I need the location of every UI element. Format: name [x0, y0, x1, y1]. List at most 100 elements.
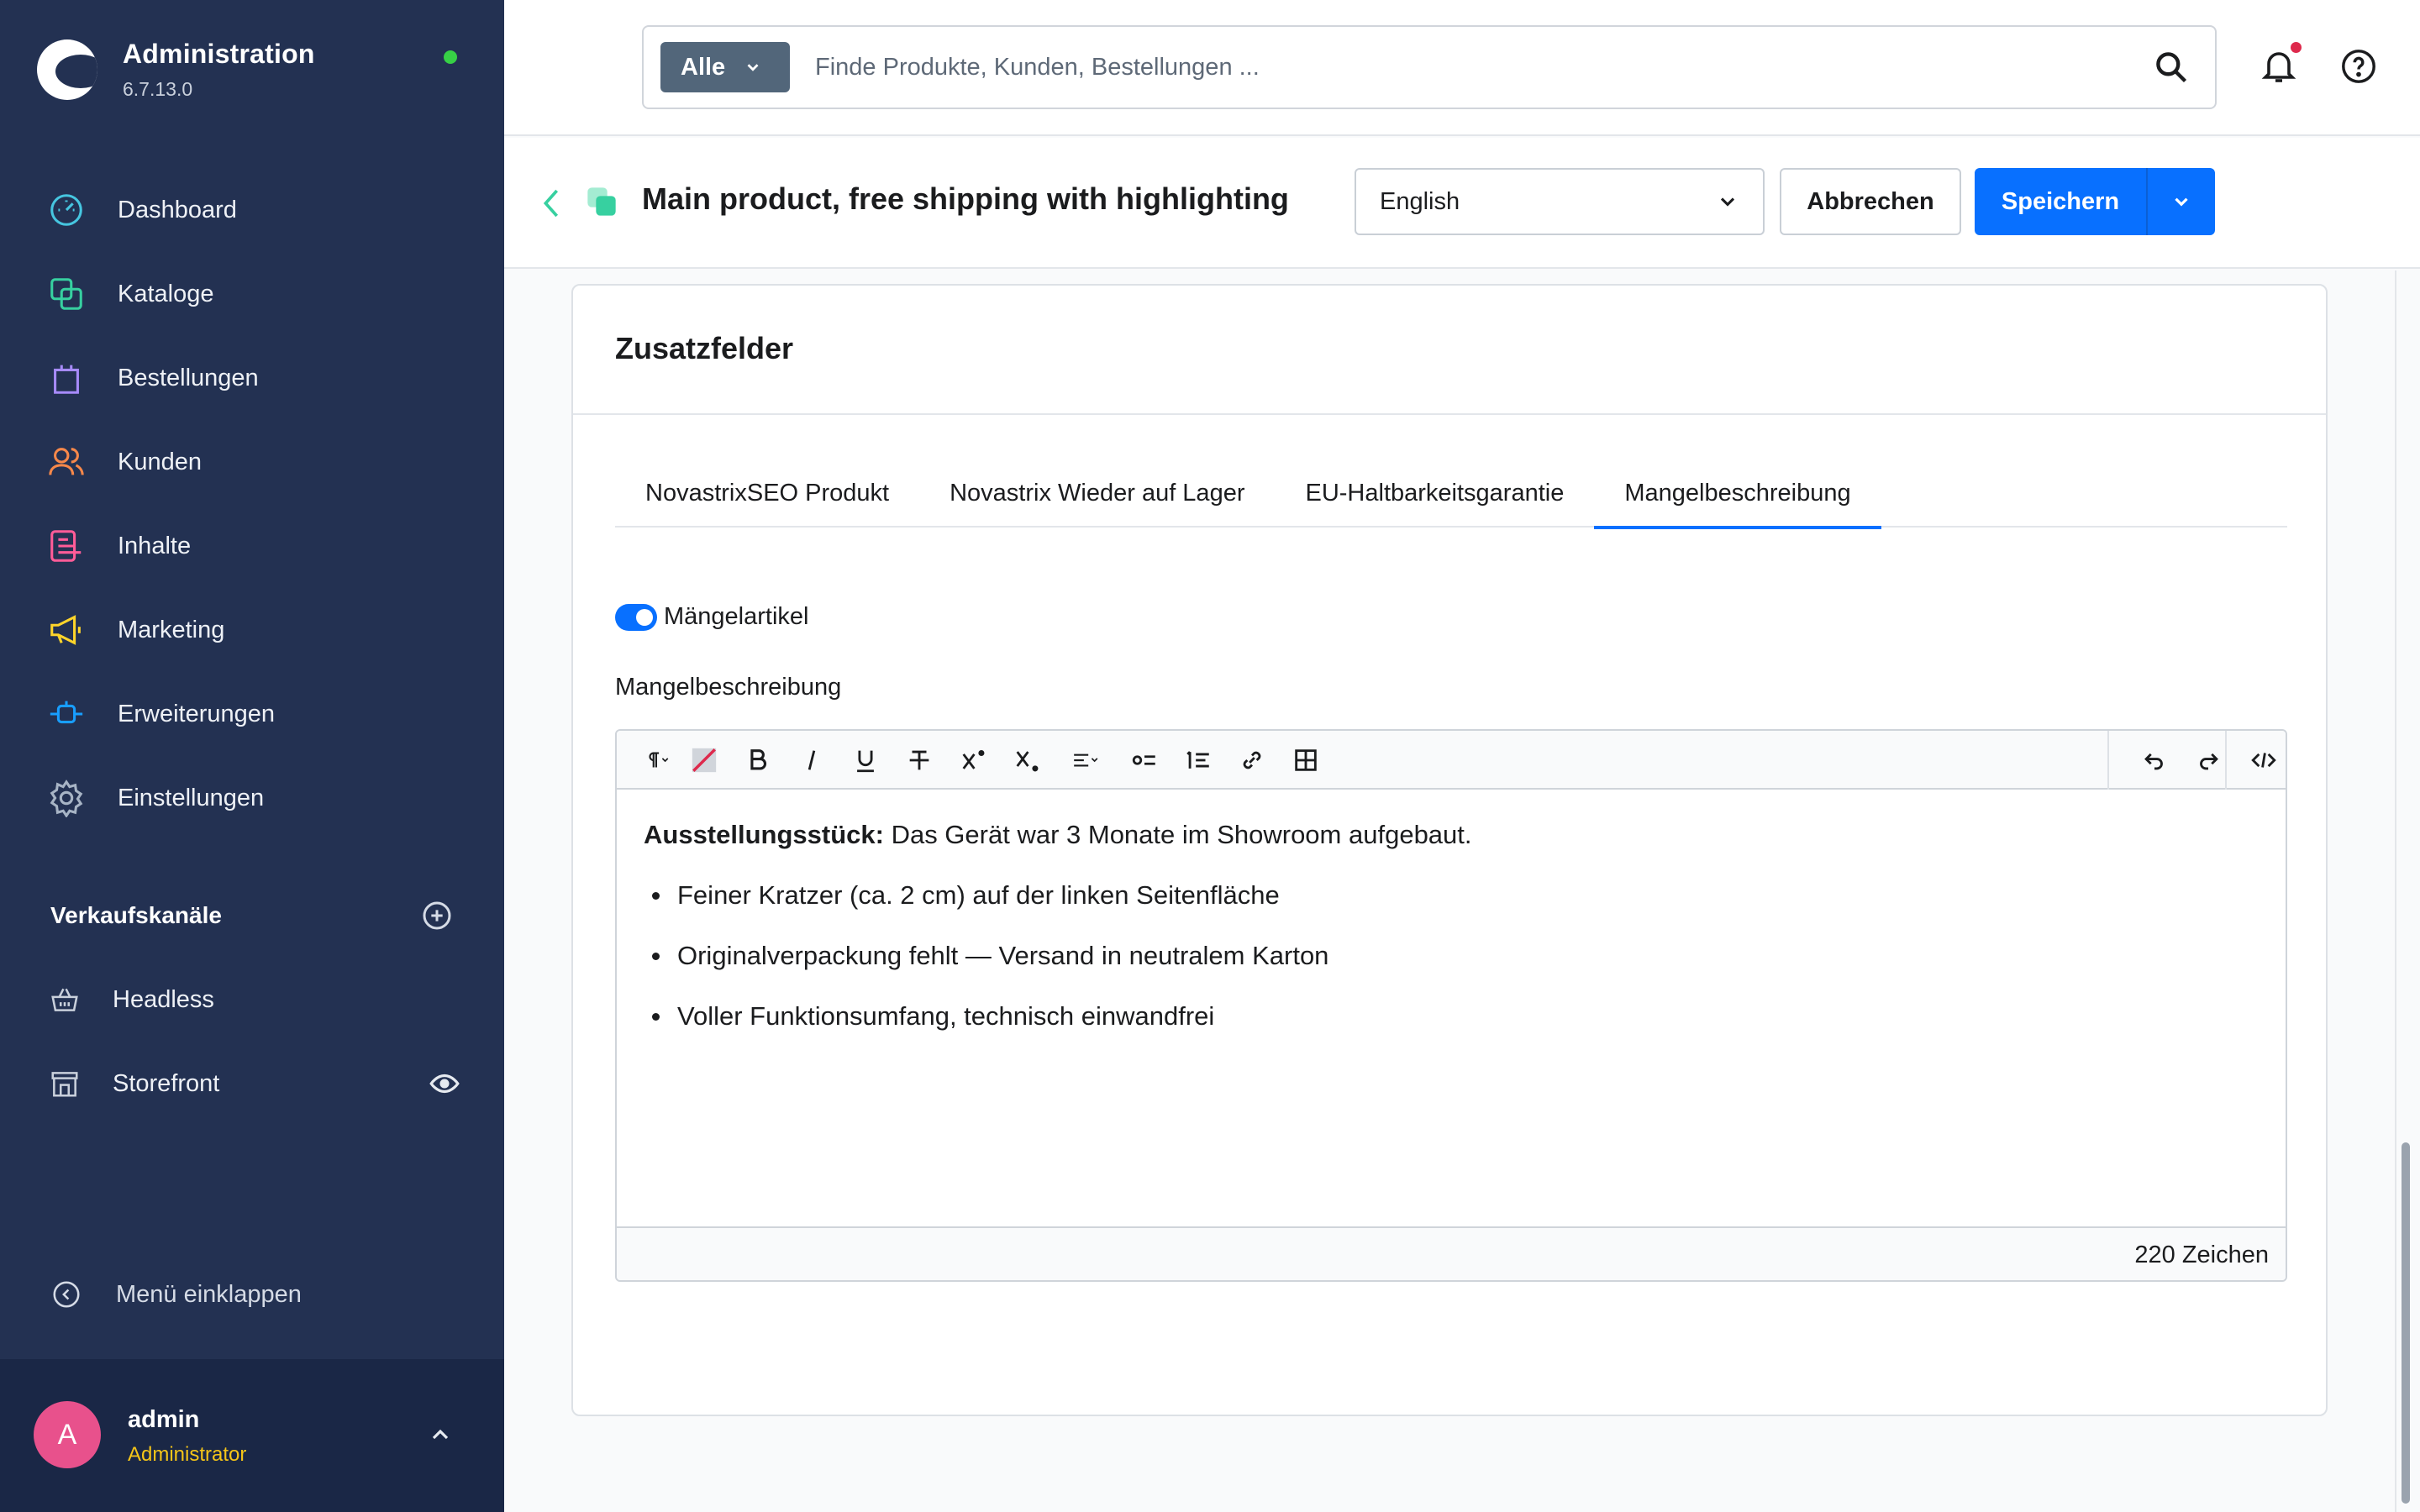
- user-menu[interactable]: A admin Administrator: [0, 1359, 504, 1512]
- text-color-button[interactable]: [689, 745, 719, 775]
- card-title: Zusatzfelder: [615, 331, 794, 365]
- notification-dot: [2291, 42, 2302, 53]
- superscript-button[interactable]: [958, 745, 988, 775]
- strikethrough-button[interactable]: [904, 745, 934, 775]
- nav-label: Inhalte: [118, 532, 192, 559]
- link-icon: [1243, 751, 1261, 769]
- bold-icon: [750, 749, 766, 770]
- italic-button[interactable]: [797, 745, 827, 775]
- redo-button[interactable]: [2193, 745, 2223, 775]
- collapse-menu-button[interactable]: Menü einklappen: [50, 1278, 302, 1310]
- main-nav: Dashboard Kataloge Bestellungen Kunden I…: [0, 168, 504, 840]
- bold-button[interactable]: [743, 745, 773, 775]
- editor-content[interactable]: Ausstellungsstück: Das Gerät war 3 Monat…: [644, 818, 2240, 1060]
- toolbar-divider: [2107, 731, 2109, 790]
- editor-footer: 220 Zeichen: [617, 1226, 2286, 1280]
- collapse-label: Menü einklappen: [116, 1280, 302, 1308]
- nav-label: Erweiterungen: [118, 700, 275, 727]
- save-options-button[interactable]: [2148, 168, 2215, 235]
- superscript-icon: [962, 749, 985, 769]
- bullet-list-button[interactable]: [1129, 745, 1160, 775]
- nav-item-dashboard[interactable]: Dashboard: [0, 168, 504, 252]
- catalog-icon: [50, 278, 82, 310]
- numbered-list-button[interactable]: [1183, 745, 1213, 775]
- basket-icon: [51, 988, 78, 1011]
- cancel-button[interactable]: Abbrechen: [1780, 168, 1961, 235]
- tab-novastrix-restock[interactable]: Novastrix Wieder auf Lager: [919, 459, 1275, 528]
- tab-eu-durability[interactable]: EU-Haltbarkeitsgarantie: [1275, 459, 1594, 528]
- add-circle-icon[interactable]: [420, 899, 454, 932]
- defect-item-toggle-row: Mängelartikel: [615, 603, 808, 631]
- defect-list: Feiner Kratzer (ca. 2 cm) auf der linken…: [644, 879, 2240, 1033]
- search-type-dropdown[interactable]: Alle: [660, 42, 790, 92]
- undo-button[interactable]: [2139, 745, 2170, 775]
- sales-channels-header: Verkaufskanäle: [50, 899, 454, 932]
- back-arrow-icon[interactable]: [538, 186, 565, 220]
- paragraph-format-button[interactable]: [635, 745, 679, 775]
- intro-bold: Ausstellungsstück:: [644, 820, 884, 849]
- language-select[interactable]: English: [1355, 168, 1765, 235]
- tab-novastrix-seo[interactable]: NovastrixSEO Produkt: [615, 459, 919, 528]
- align-button[interactable]: [1062, 745, 1109, 775]
- list-item: Originalverpackung fehlt — Versand in ne…: [644, 939, 2240, 973]
- table-button[interactable]: [1291, 745, 1321, 775]
- app-title: Administration: [123, 39, 315, 69]
- underline-button[interactable]: [850, 745, 881, 775]
- nav-item-erweiterungen[interactable]: Erweiterungen: [0, 672, 504, 756]
- sales-channels-title: Verkaufskanäle: [50, 902, 222, 928]
- users-icon: [49, 448, 84, 475]
- save-button-group: Speichern: [1975, 168, 2215, 235]
- subscript-button[interactable]: [1012, 745, 1042, 775]
- search-input[interactable]: [815, 44, 2075, 91]
- eye-icon[interactable]: [429, 1068, 460, 1100]
- toolbar-divider: [2225, 731, 2227, 790]
- chevron-up-icon[interactable]: [427, 1421, 454, 1448]
- text-color-icon: [692, 748, 717, 773]
- list-item: Voller Funktionsumfang, technisch einwan…: [644, 1000, 2240, 1033]
- app-version: 6.7.13.0: [123, 78, 193, 100]
- nav-label: Einstellungen: [118, 784, 265, 811]
- code-view-button[interactable]: [2249, 745, 2279, 775]
- nav-label: Bestellungen: [118, 364, 259, 391]
- numbered-list-icon: [1186, 751, 1209, 769]
- user-name: admin: [128, 1406, 200, 1433]
- sales-channel-storefront[interactable]: Storefront: [49, 1058, 460, 1109]
- paragraph-icon: [649, 752, 669, 768]
- subscript-icon: [1016, 751, 1039, 772]
- chevron-down-icon: [747, 64, 759, 71]
- gear-icon: [50, 780, 83, 817]
- strikethrough-icon: [909, 750, 929, 770]
- link-button[interactable]: [1237, 745, 1267, 775]
- tab-defect-description[interactable]: Mangelbeschreibung: [1594, 459, 1881, 529]
- field-label: Mangelbeschreibung: [615, 674, 842, 701]
- intro-paragraph: Ausstellungsstück: Das Gerät war 3 Monat…: [644, 818, 2240, 852]
- smart-bar: Main product, free shipping with highlig…: [504, 138, 2420, 269]
- avatar: A: [34, 1401, 101, 1468]
- scrollbar-thumb[interactable]: [2402, 1142, 2410, 1504]
- nav-label: Kunden: [118, 448, 202, 475]
- channel-label: Storefront: [113, 1069, 220, 1097]
- align-left-icon: [1074, 753, 1098, 767]
- nav-item-bestellungen[interactable]: Bestellungen: [0, 336, 504, 420]
- help-icon[interactable]: [2339, 47, 2378, 86]
- nav-item-inhalte[interactable]: Inhalte: [0, 504, 504, 588]
- nav-item-kataloge[interactable]: Kataloge: [0, 252, 504, 336]
- online-status-dot: [444, 50, 457, 64]
- sales-channel-headless[interactable]: Headless: [49, 974, 460, 1025]
- custom-fields-card: Zusatzfelder NovastrixSEO Produkt Novast…: [571, 284, 2328, 1416]
- save-button[interactable]: Speichern: [1975, 168, 2148, 235]
- scroll-divider: [2395, 270, 2396, 1512]
- shopware-logo-icon: [37, 39, 97, 100]
- search-icon[interactable]: [2153, 49, 2190, 86]
- defect-item-toggle[interactable]: [615, 603, 657, 631]
- intro-text: Das Gerät war 3 Monate im Showroom aufge…: [883, 820, 1472, 849]
- editor-toolbar: [617, 731, 2286, 790]
- nav-item-marketing[interactable]: Marketing: [0, 588, 504, 672]
- nav-item-kunden[interactable]: Kunden: [0, 420, 504, 504]
- nav-item-einstellungen[interactable]: Einstellungen: [0, 756, 504, 840]
- user-role: Administrator: [128, 1443, 247, 1466]
- undo-icon: [2144, 753, 2163, 770]
- gauge-icon: [50, 194, 82, 226]
- shopping-bag-icon: [54, 365, 79, 394]
- brand[interactable]: Administration 6.7.13.0: [37, 39, 315, 101]
